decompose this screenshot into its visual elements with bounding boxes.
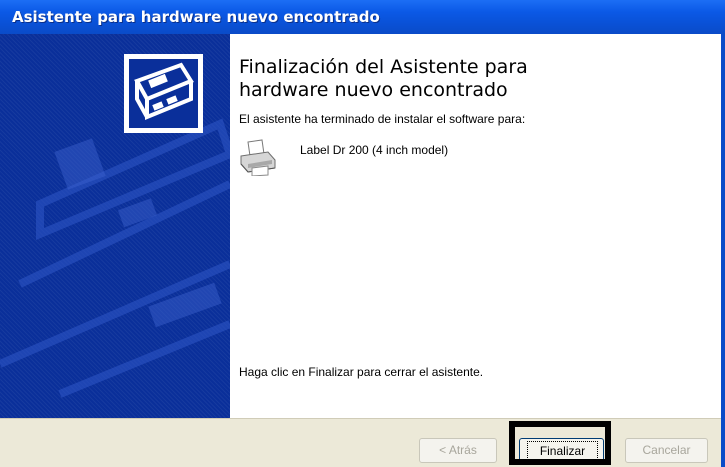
back-button[interactable]: < Atrás <box>419 438 497 463</box>
wizard-side-panel <box>0 34 230 418</box>
page-title-line2: hardware nuevo encontrado <box>239 79 508 101</box>
wizard-content: Finalización del Asistente para hardware… <box>230 34 725 418</box>
install-status-text: El asistente ha terminado de instalar el… <box>239 112 526 126</box>
window-right-border <box>721 34 725 467</box>
page-title: Finalización del Asistente para hardware… <box>239 56 709 102</box>
page-title-line1: Finalización del Asistente para <box>239 56 528 78</box>
printer-icon <box>238 138 278 177</box>
wizard-button-bar: < Atrás Finalizar Cancelar <box>0 418 725 467</box>
cancel-button[interactable]: Cancelar <box>625 438 708 463</box>
window-title: Asistente para hardware nuevo encontrado <box>12 8 380 26</box>
device-name: Label Dr 200 (4 inch model) <box>300 143 449 157</box>
title-bar[interactable]: Asistente para hardware nuevo encontrado <box>0 0 725 34</box>
finish-instruction: Haga clic en Finalizar para cerrar el as… <box>239 365 484 379</box>
hardware-card-icon <box>124 54 203 133</box>
highlight-annotation <box>509 421 611 465</box>
